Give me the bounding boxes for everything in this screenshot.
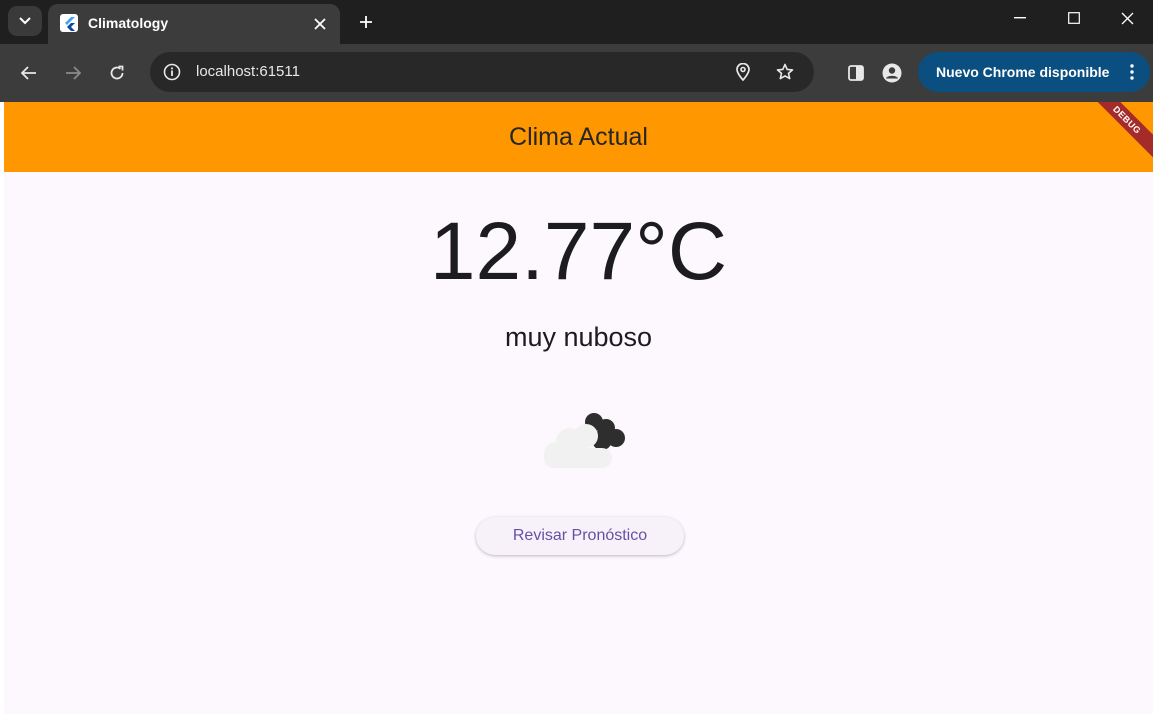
tab-strip: Climatology	[0, 0, 1153, 44]
browser-tab[interactable]: Climatology	[48, 4, 340, 44]
browser-toolbar: localhost:61511 Nuevo Chrome disponible	[0, 44, 1153, 102]
side-panel-button[interactable]	[844, 61, 868, 85]
page-title: Clima Actual	[509, 123, 648, 151]
reload-icon	[110, 65, 124, 80]
profile-icon	[882, 63, 902, 83]
minimize-button[interactable]	[994, 0, 1046, 36]
bookmark-button[interactable]	[774, 61, 796, 83]
close-icon	[1121, 12, 1133, 24]
reload-button[interactable]	[102, 58, 132, 88]
menu-button[interactable]	[1124, 62, 1140, 82]
more-vert-icon	[1130, 64, 1134, 80]
tab-title: Climatology	[88, 15, 169, 31]
plus-icon	[360, 16, 372, 28]
profile-button[interactable]	[880, 61, 904, 85]
tab-search-button[interactable]	[8, 6, 42, 36]
weather-description: muy nuboso	[504, 322, 653, 352]
location-button[interactable]	[732, 61, 754, 83]
minimize-icon	[1014, 17, 1026, 19]
address-bar[interactable]: localhost:61511	[150, 52, 814, 92]
chevron-down-icon	[19, 17, 31, 25]
flutter-icon	[60, 14, 78, 32]
window-close-button[interactable]	[1101, 0, 1153, 36]
main-content: 12.77°C muy nuboso Revisar Pronóstico	[4, 172, 1153, 714]
star-icon	[776, 63, 794, 80]
temperature-value: 12.77°C	[429, 206, 728, 297]
new-tab-button[interactable]	[352, 8, 380, 36]
arrow-left-icon	[21, 66, 36, 80]
site-info-button[interactable]	[162, 62, 182, 82]
side-panel-icon	[848, 65, 864, 81]
update-label: Nuevo Chrome disponible	[936, 64, 1110, 80]
maximize-icon	[1068, 12, 1080, 24]
close-icon	[314, 18, 326, 30]
url-text: localhost:61511	[196, 63, 300, 80]
broken-clouds-icon	[544, 413, 625, 468]
location-pin-icon	[736, 63, 750, 81]
maximize-button[interactable]	[1048, 0, 1100, 36]
forward-button[interactable]	[58, 58, 88, 88]
app-bar: Clima Actual DEBUG	[4, 102, 1153, 172]
tab-close-button[interactable]	[310, 14, 330, 34]
forecast-button[interactable]: Revisar Pronóstico	[476, 517, 684, 555]
info-icon	[163, 63, 181, 81]
back-button[interactable]	[14, 58, 44, 88]
chrome-update-button[interactable]: Nuevo Chrome disponible	[918, 52, 1150, 92]
arrow-right-icon	[66, 66, 81, 80]
